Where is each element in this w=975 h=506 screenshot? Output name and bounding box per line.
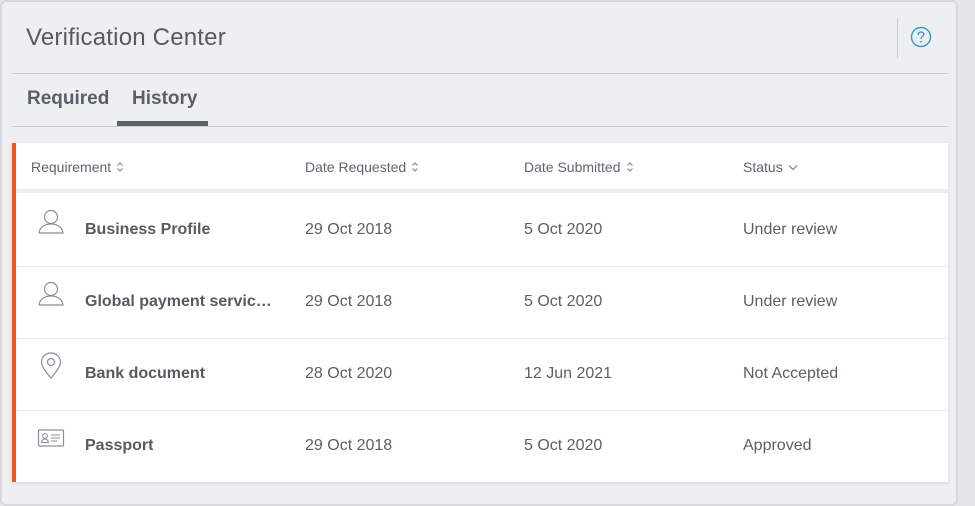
user-icon (36, 207, 66, 237)
date-requested: 29 Oct 2018 (305, 221, 393, 238)
table-row[interactable]: Bank document 28 Oct 2020 12 Jun 2021 No… (16, 339, 948, 411)
date-submitted: 5 Oct 2020 (524, 293, 603, 310)
table-row[interactable]: Passport 29 Oct 2018 5 Oct 2020 Approved (16, 411, 948, 483)
table-row[interactable]: Business Profile 29 Oct 2018 5 Oct 2020 … (16, 195, 948, 267)
requirement-name: Bank document (85, 365, 206, 382)
requirement-name: Business Profile (85, 221, 211, 238)
date-requested: 28 Oct 2020 (305, 365, 393, 382)
requirement-name: Passport (85, 437, 154, 454)
sort-icon (412, 162, 419, 172)
location-pin-icon (36, 351, 66, 381)
date-requested: 29 Oct 2018 (305, 293, 393, 310)
sort-icon (626, 162, 633, 172)
active-tab-indicator (117, 121, 208, 126)
column-header-date-submitted[interactable]: Date Submitted (524, 159, 634, 175)
table-row[interactable]: Global payment service qu… 29 Oct 2018 5… (16, 267, 948, 339)
date-submitted: 12 Jun 2021 (524, 365, 613, 382)
tab-history[interactable]: History (132, 88, 197, 110)
history-table: Requirement Date Requested Date Submitte… (12, 143, 948, 482)
column-header-status[interactable]: Status (743, 159, 798, 175)
status-text: Approved (743, 437, 812, 454)
date-submitted: 5 Oct 2020 (524, 221, 603, 238)
column-header-date-requested[interactable]: Date Requested (305, 159, 419, 175)
page-title: Verification Center (26, 24, 226, 51)
panel-header: Verification Center (12, 16, 948, 74)
chevron-down-icon (788, 165, 798, 171)
tab-required[interactable]: Required (27, 88, 109, 110)
sort-icon (117, 162, 124, 172)
column-header-requirement[interactable]: Requirement (31, 159, 124, 175)
user-icon (36, 279, 66, 309)
id-card-icon (36, 423, 66, 453)
header-divider (897, 18, 898, 58)
verification-center-panel: Verification Center Required History Req… (0, 0, 958, 506)
requirement-name: Global payment service qu… (85, 293, 275, 310)
status-text: Under review (743, 221, 838, 238)
table-header: Requirement Date Requested Date Submitte… (16, 143, 948, 193)
status-text: Not Accepted (743, 365, 839, 382)
tab-bar: Required History (12, 74, 948, 127)
date-requested: 29 Oct 2018 (305, 437, 393, 454)
date-submitted: 5 Oct 2020 (524, 437, 603, 454)
status-text: Under review (743, 293, 838, 310)
question-circle-icon[interactable] (910, 26, 932, 48)
